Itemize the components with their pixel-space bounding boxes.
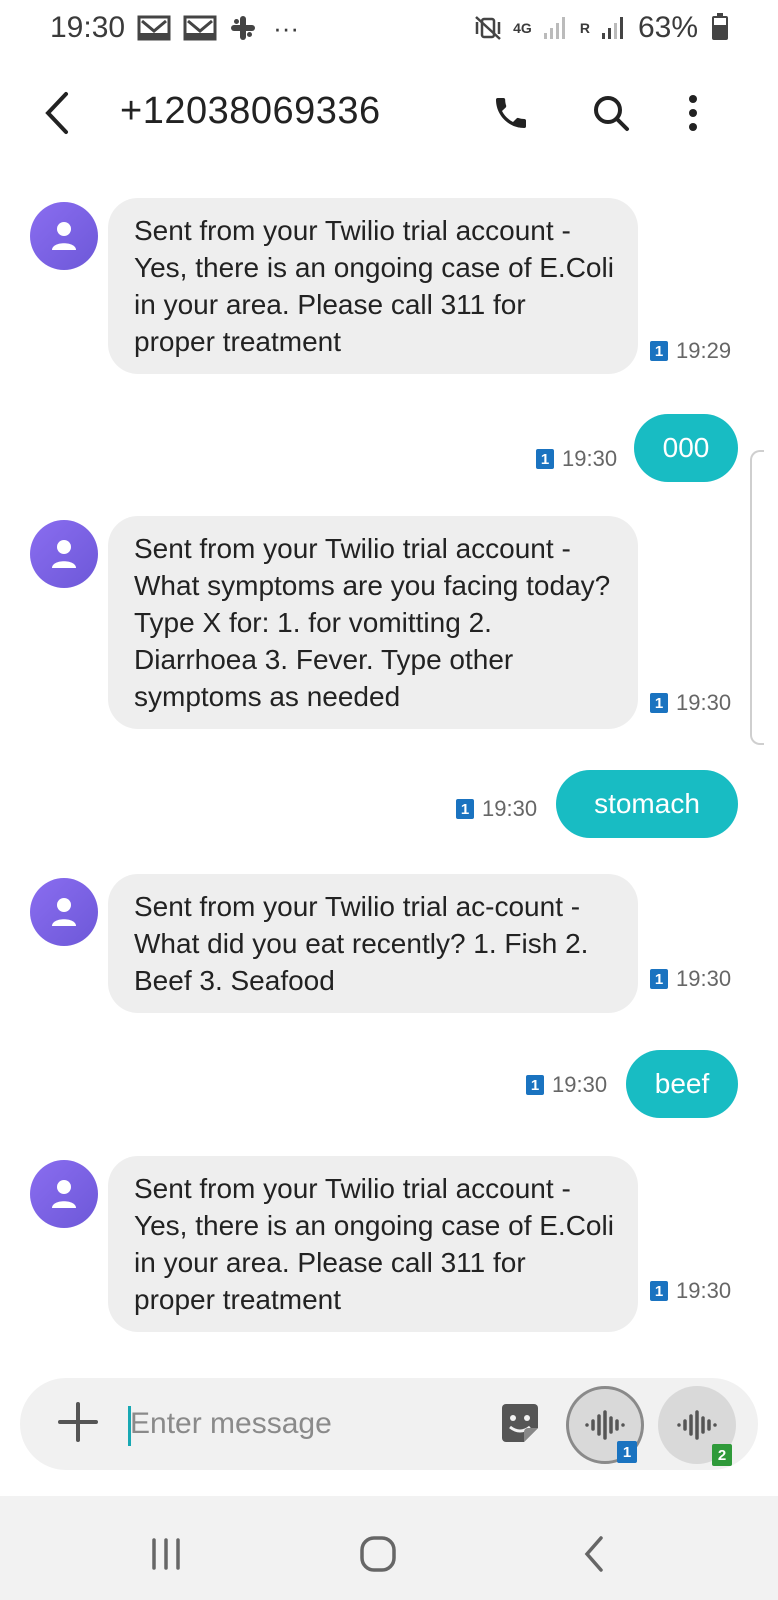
sim-2-badge: 2	[712, 1444, 732, 1466]
voice-sim-1-button[interactable]: 1	[566, 1386, 644, 1464]
sticker-icon[interactable]	[498, 1402, 542, 1446]
attach-plus-icon[interactable]	[56, 1400, 100, 1444]
search-icon[interactable]	[586, 88, 636, 138]
sim-1-badge: 1	[650, 1281, 668, 1301]
outgoing-message-bubble[interactable]: beef	[626, 1050, 738, 1118]
slack-icon	[229, 14, 257, 42]
message-time: 19:30	[562, 446, 618, 471]
sim-1-badge: 1	[650, 693, 668, 713]
message-time: 19:29	[676, 338, 732, 363]
message-time: 19:30	[482, 796, 538, 821]
back-icon[interactable]	[38, 88, 78, 138]
status-bar: 19:30 ··· 4G R 63%	[0, 0, 778, 56]
avatar[interactable]	[30, 1160, 98, 1228]
message-time: 19:30	[676, 1278, 732, 1303]
message-time: 19:30	[676, 966, 732, 991]
message-meta: 1 19:30	[536, 446, 617, 472]
recent-apps-icon[interactable]	[138, 1526, 194, 1582]
incoming-message-bubble[interactable]: Sent from your Twilio trial account - Ye…	[108, 198, 638, 374]
scrollbar[interactable]	[750, 450, 764, 745]
battery-percent: 63%	[637, 11, 698, 44]
message-meta: 1 19:30	[456, 796, 537, 822]
sim-1-badge: 1	[617, 1441, 637, 1463]
incoming-message-bubble[interactable]: Sent from your Twilio trial account - Ye…	[108, 1156, 638, 1332]
home-icon[interactable]	[350, 1526, 406, 1582]
gmail-icon	[137, 15, 171, 41]
sim-1-badge: 1	[650, 969, 668, 989]
system-nav-bar	[0, 1496, 778, 1600]
message-meta: 1 19:30	[526, 1072, 607, 1098]
gmail-icon	[183, 15, 217, 41]
sim-1-badge: 1	[456, 799, 474, 819]
more-dots-icon: ···	[273, 12, 300, 43]
message-meta: 1 19:29	[650, 338, 731, 364]
message-meta: 1 19:30	[650, 966, 731, 992]
sim-1-badge: 1	[526, 1075, 544, 1095]
incoming-message-bubble[interactable]: Sent from your Twilio trial account - Wh…	[108, 516, 638, 729]
contact-number[interactable]: +12038069336	[120, 90, 381, 133]
message-time: 19:30	[676, 690, 732, 715]
incoming-message-bubble[interactable]: Sent from your Twilio trial ac-count - W…	[108, 874, 638, 1013]
message-input[interactable]	[130, 1400, 490, 1448]
more-vert-icon[interactable]	[668, 88, 718, 138]
conversation-header: +12038069336	[0, 70, 778, 160]
network-type: 4G	[513, 20, 532, 36]
nav-back-icon[interactable]	[566, 1526, 622, 1582]
message-meta: 1 19:30	[650, 690, 731, 716]
outgoing-message-bubble[interactable]: stomach	[556, 770, 738, 838]
message-composer: 1 2	[20, 1378, 758, 1470]
sim-1-badge: 1	[536, 449, 554, 469]
sim-1-badge: 1	[650, 341, 668, 361]
vibrate-mute-icon	[473, 14, 503, 42]
message-meta: 1 19:30	[650, 1278, 731, 1304]
outgoing-message-bubble[interactable]: 000	[634, 414, 738, 482]
avatar[interactable]	[30, 520, 98, 588]
roaming-indicator: R	[579, 20, 590, 36]
phone-icon[interactable]	[486, 88, 536, 138]
avatar[interactable]	[30, 202, 98, 270]
signal-icon	[600, 15, 628, 41]
avatar[interactable]	[30, 878, 98, 946]
status-time: 19:30	[50, 11, 126, 44]
voice-sim-2-button[interactable]: 2	[658, 1386, 736, 1466]
signal-icon	[542, 15, 570, 41]
battery-icon	[712, 13, 728, 40]
message-time: 19:30	[552, 1072, 608, 1097]
